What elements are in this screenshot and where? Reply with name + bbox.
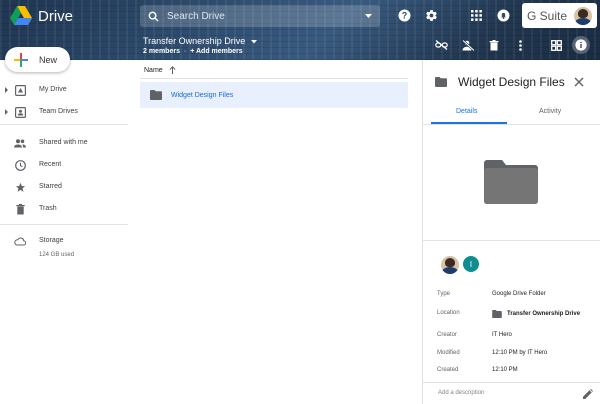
drive-title: Drive	[38, 7, 74, 25]
chevron-down-icon	[250, 40, 257, 44]
search-bar[interactable]	[140, 5, 380, 27]
new-button[interactable]: New	[5, 47, 70, 72]
account-avatar[interactable]	[574, 6, 592, 25]
close-icon[interactable]	[573, 76, 585, 88]
sidebar-item-label: Shared with me	[39, 139, 88, 146]
drive-logo-icon	[10, 6, 32, 25]
detail-label: Creator	[437, 332, 458, 338]
delete-trash-icon[interactable]	[487, 38, 501, 52]
svg-text:?: ?	[401, 10, 407, 20]
name-column-label: Name	[144, 66, 163, 74]
plus-icon	[14, 52, 28, 67]
folder-preview-icon	[484, 160, 538, 204]
folder-icon	[150, 90, 162, 100]
detail-value: 12:10 PM	[492, 367, 518, 373]
sidebar-divider	[0, 124, 128, 125]
gsuite-account-badge[interactable]: G Suite	[522, 3, 597, 28]
search-input[interactable]	[167, 10, 365, 22]
get-link-icon[interactable]	[434, 38, 448, 52]
expand-arrow-icon[interactable]	[5, 87, 8, 93]
help-icon[interactable]: ?	[397, 8, 411, 22]
edit-pencil-icon[interactable]	[583, 389, 593, 399]
shared-drive-name: Transfer Ownership Drive	[143, 36, 246, 46]
preview-divider	[423, 240, 600, 241]
apps-grid-icon[interactable]	[469, 8, 483, 22]
file-row[interactable]: Widget Design Files	[140, 82, 408, 108]
details-title: Widget Design Files	[458, 75, 565, 89]
details-panel: Widget Design Files Details Activity I T…	[422, 60, 600, 404]
search-icon[interactable]	[148, 11, 159, 22]
detail-label: Location	[437, 310, 460, 316]
new-button-label: New	[39, 54, 58, 65]
more-actions-icon[interactable]	[513, 38, 527, 52]
file-name[interactable]: Widget Design Files	[171, 92, 233, 99]
details-info-icon[interactable]	[572, 36, 590, 54]
app-header: Drive ? G Suite Transfer Ownership Drive	[0, 0, 600, 60]
name-column-header[interactable]: Name	[144, 66, 176, 74]
sidebar-item-label: Recent	[39, 161, 62, 168]
storage-used: 124 GB used	[39, 252, 75, 258]
detail-value: 12:10 PM by IT Hero	[492, 350, 548, 356]
grid-view-icon[interactable]	[549, 38, 563, 52]
details-divider	[423, 382, 600, 383]
tab-divider	[423, 124, 600, 125]
tab-details[interactable]: Details	[456, 108, 477, 115]
detail-label: Type	[437, 291, 451, 297]
detail-label: Created	[437, 367, 459, 373]
search-options-icon[interactable]	[365, 13, 372, 19]
sidebar-divider	[0, 224, 128, 225]
detail-value: Transfer Ownership Drive	[507, 311, 581, 317]
shared-user-badge[interactable]: I	[463, 256, 479, 272]
location-link[interactable]: Transfer Ownership Drive	[492, 310, 580, 318]
trash-icon	[14, 203, 26, 215]
drive-logo-link[interactable]: Drive	[10, 6, 73, 26]
folder-icon	[492, 310, 502, 318]
header-divider	[140, 78, 408, 79]
shared-drive-title[interactable]: Transfer Ownership Drive	[143, 36, 257, 46]
members-count[interactable]: 2 members	[143, 48, 180, 55]
expand-arrow-icon[interactable]	[5, 109, 8, 115]
notifications-bell-icon[interactable]	[496, 8, 510, 22]
tab-activity[interactable]: Activity	[539, 108, 561, 115]
cloud-icon	[14, 235, 26, 247]
storage-label: Storage	[39, 237, 64, 244]
remove-people-icon[interactable]	[461, 38, 475, 52]
shared-drive-members: 2 members · + Add members	[143, 48, 243, 55]
settings-gear-icon[interactable]	[424, 8, 438, 22]
clock-icon	[14, 159, 26, 171]
detail-label: Modified	[437, 350, 460, 356]
sidebar-item-label: My Drive	[39, 86, 67, 93]
sort-arrow-up-icon[interactable]	[169, 66, 176, 74]
detail-value: IT Hero	[492, 332, 512, 338]
sidebar-item-label: Starred	[39, 183, 62, 190]
add-members-link[interactable]: + Add members	[190, 48, 242, 55]
folder-icon	[435, 77, 447, 87]
my-drive-icon	[14, 84, 26, 96]
team-drives-icon	[14, 106, 26, 118]
sidebar-item-label: Team Drives	[39, 108, 78, 115]
gsuite-label: G Suite	[527, 8, 568, 23]
detail-value: Google Drive Folder	[492, 291, 546, 297]
description-input[interactable]: Add a description	[438, 390, 484, 396]
sidebar-item-label: Trash	[39, 205, 57, 212]
star-icon	[14, 181, 26, 193]
owner-avatar[interactable]	[441, 256, 459, 274]
people-icon	[14, 137, 26, 149]
